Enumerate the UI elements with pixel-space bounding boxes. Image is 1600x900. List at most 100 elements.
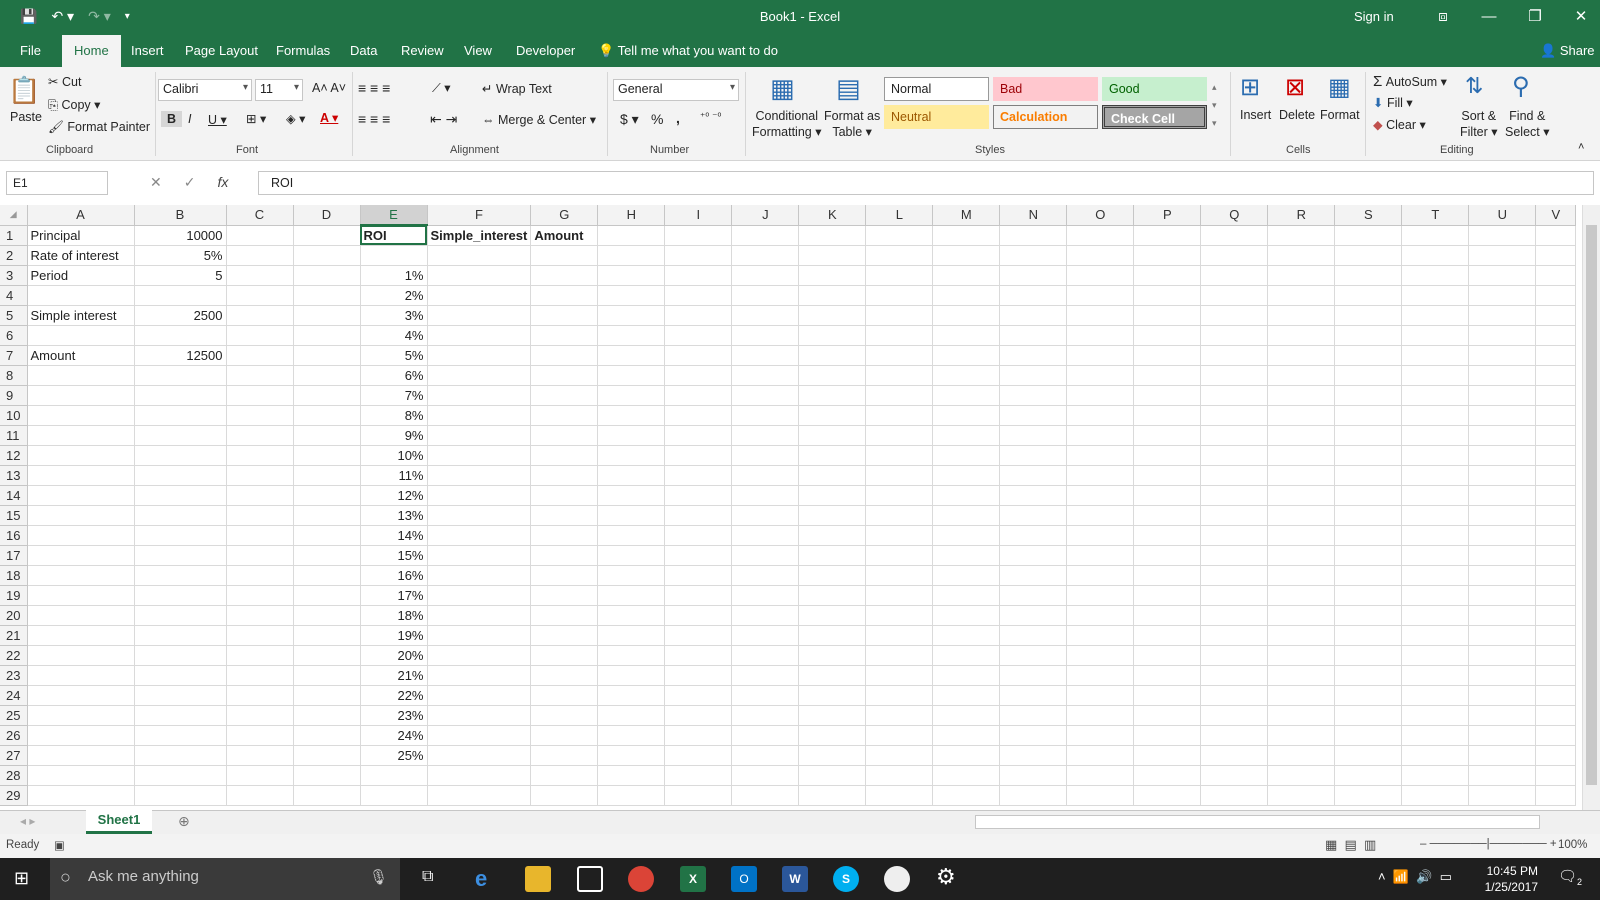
- font-color-icon[interactable]: A ▾: [320, 110, 338, 125]
- cell-m25[interactable]: [932, 705, 1001, 726]
- cell-f15[interactable]: [427, 505, 532, 526]
- row-header[interactable]: 25: [0, 705, 28, 726]
- cell-j22[interactable]: [731, 645, 800, 666]
- cell-r16[interactable]: [1267, 525, 1336, 546]
- cell-k12[interactable]: [798, 445, 867, 466]
- cell-c28[interactable]: [226, 765, 294, 786]
- cell-t23[interactable]: [1401, 665, 1470, 686]
- cell-u2[interactable]: [1468, 245, 1537, 266]
- cell-s8[interactable]: [1334, 365, 1403, 386]
- cell-l2[interactable]: [865, 245, 934, 266]
- cell-r1[interactable]: [1267, 225, 1336, 246]
- cell-t3[interactable]: [1401, 265, 1470, 286]
- cell-f1[interactable]: Simple_interest: [427, 225, 532, 246]
- cell-q11[interactable]: [1200, 425, 1269, 446]
- cell-l11[interactable]: [865, 425, 934, 446]
- column-header-q[interactable]: Q: [1200, 205, 1269, 226]
- cell-m13[interactable]: [932, 465, 1001, 486]
- cell-t26[interactable]: [1401, 725, 1470, 746]
- cell-l9[interactable]: [865, 385, 934, 406]
- cell-l8[interactable]: [865, 365, 934, 386]
- column-header-m[interactable]: M: [932, 205, 1001, 226]
- cell-q25[interactable]: [1200, 705, 1269, 726]
- cell-o22[interactable]: [1066, 645, 1135, 666]
- column-header-i[interactable]: I: [664, 205, 733, 226]
- tab-review[interactable]: Review: [401, 35, 444, 67]
- cell-l1[interactable]: [865, 225, 934, 246]
- row-header[interactable]: 22: [0, 645, 28, 666]
- cell-f18[interactable]: [427, 565, 532, 586]
- row-header[interactable]: 23: [0, 665, 28, 686]
- cell-u10[interactable]: [1468, 405, 1537, 426]
- cell-d25[interactable]: [293, 705, 361, 726]
- cell-q6[interactable]: [1200, 325, 1269, 346]
- cell-o15[interactable]: [1066, 505, 1135, 526]
- sign-in-link[interactable]: Sign in: [1354, 9, 1394, 24]
- cell-t28[interactable]: [1401, 765, 1470, 786]
- cell-g11[interactable]: [530, 425, 599, 446]
- cell-b20[interactable]: [134, 605, 227, 626]
- cell-t11[interactable]: [1401, 425, 1470, 446]
- cell-q15[interactable]: [1200, 505, 1269, 526]
- column-header-r[interactable]: R: [1267, 205, 1336, 226]
- paste-icon[interactable]: 📋: [8, 75, 40, 106]
- cell-i28[interactable]: [664, 765, 733, 786]
- cell-q8[interactable]: [1200, 365, 1269, 386]
- cell-i2[interactable]: [664, 245, 733, 266]
- cell-l15[interactable]: [865, 505, 934, 526]
- cell-g22[interactable]: [530, 645, 599, 666]
- cell-v21[interactable]: [1535, 625, 1577, 646]
- cell-u22[interactable]: [1468, 645, 1537, 666]
- cell-m5[interactable]: [932, 305, 1001, 326]
- cell-d8[interactable]: [293, 365, 361, 386]
- tell-me-box[interactable]: 💡 Tell me what you want to do: [598, 35, 778, 67]
- cell-i4[interactable]: [664, 285, 733, 306]
- cell-g6[interactable]: [530, 325, 599, 346]
- cell-d9[interactable]: [293, 385, 361, 406]
- cell-h27[interactable]: [597, 745, 666, 766]
- column-header-v[interactable]: V: [1535, 205, 1577, 226]
- cell-v11[interactable]: [1535, 425, 1577, 446]
- cell-l25[interactable]: [865, 705, 934, 726]
- cell-m8[interactable]: [932, 365, 1001, 386]
- cell-d29[interactable]: [293, 785, 361, 806]
- column-header-g[interactable]: G: [530, 205, 599, 226]
- cell-g16[interactable]: [530, 525, 599, 546]
- cell-a11[interactable]: [27, 425, 135, 446]
- row-header[interactable]: 4: [0, 285, 28, 306]
- cell-a2[interactable]: Rate of interest: [27, 245, 135, 266]
- cell-o21[interactable]: [1066, 625, 1135, 646]
- cell-q16[interactable]: [1200, 525, 1269, 546]
- cell-f29[interactable]: [427, 785, 532, 806]
- cell-l28[interactable]: [865, 765, 934, 786]
- cell-b21[interactable]: [134, 625, 227, 646]
- cell-k9[interactable]: [798, 385, 867, 406]
- cell-u17[interactable]: [1468, 545, 1537, 566]
- cell-p3[interactable]: [1133, 265, 1202, 286]
- cell-j28[interactable]: [731, 765, 800, 786]
- cell-o2[interactable]: [1066, 245, 1135, 266]
- cell-b16[interactable]: [134, 525, 227, 546]
- windows-start-icon[interactable]: ⊞: [14, 868, 29, 889]
- cell-m29[interactable]: [932, 785, 1001, 806]
- worksheet-grid[interactable]: ◢ A B C D E F G H I J K L M N O P Q R S T U V 1 Principal 10000 R…: [0, 205, 1580, 810]
- cell-m9[interactable]: [932, 385, 1001, 406]
- cell-o14[interactable]: [1066, 485, 1135, 506]
- column-header-a[interactable]: A: [27, 205, 135, 226]
- cell-s18[interactable]: [1334, 565, 1403, 586]
- cell-g17[interactable]: [530, 545, 599, 566]
- cell-n17[interactable]: [999, 545, 1068, 566]
- cell-f12[interactable]: [427, 445, 532, 466]
- cell-m22[interactable]: [932, 645, 1001, 666]
- cell-f26[interactable]: [427, 725, 532, 746]
- cell-t22[interactable]: [1401, 645, 1470, 666]
- cell-d19[interactable]: [293, 585, 361, 606]
- cell-n13[interactable]: [999, 465, 1068, 486]
- delete-cells-button[interactable]: Delete: [1279, 108, 1315, 122]
- cell-j5[interactable]: [731, 305, 800, 326]
- cell-s6[interactable]: [1334, 325, 1403, 346]
- minimize-icon[interactable]: —: [1466, 0, 1512, 35]
- cell-h19[interactable]: [597, 585, 666, 606]
- cell-c16[interactable]: [226, 525, 294, 546]
- cell-k7[interactable]: [798, 345, 867, 366]
